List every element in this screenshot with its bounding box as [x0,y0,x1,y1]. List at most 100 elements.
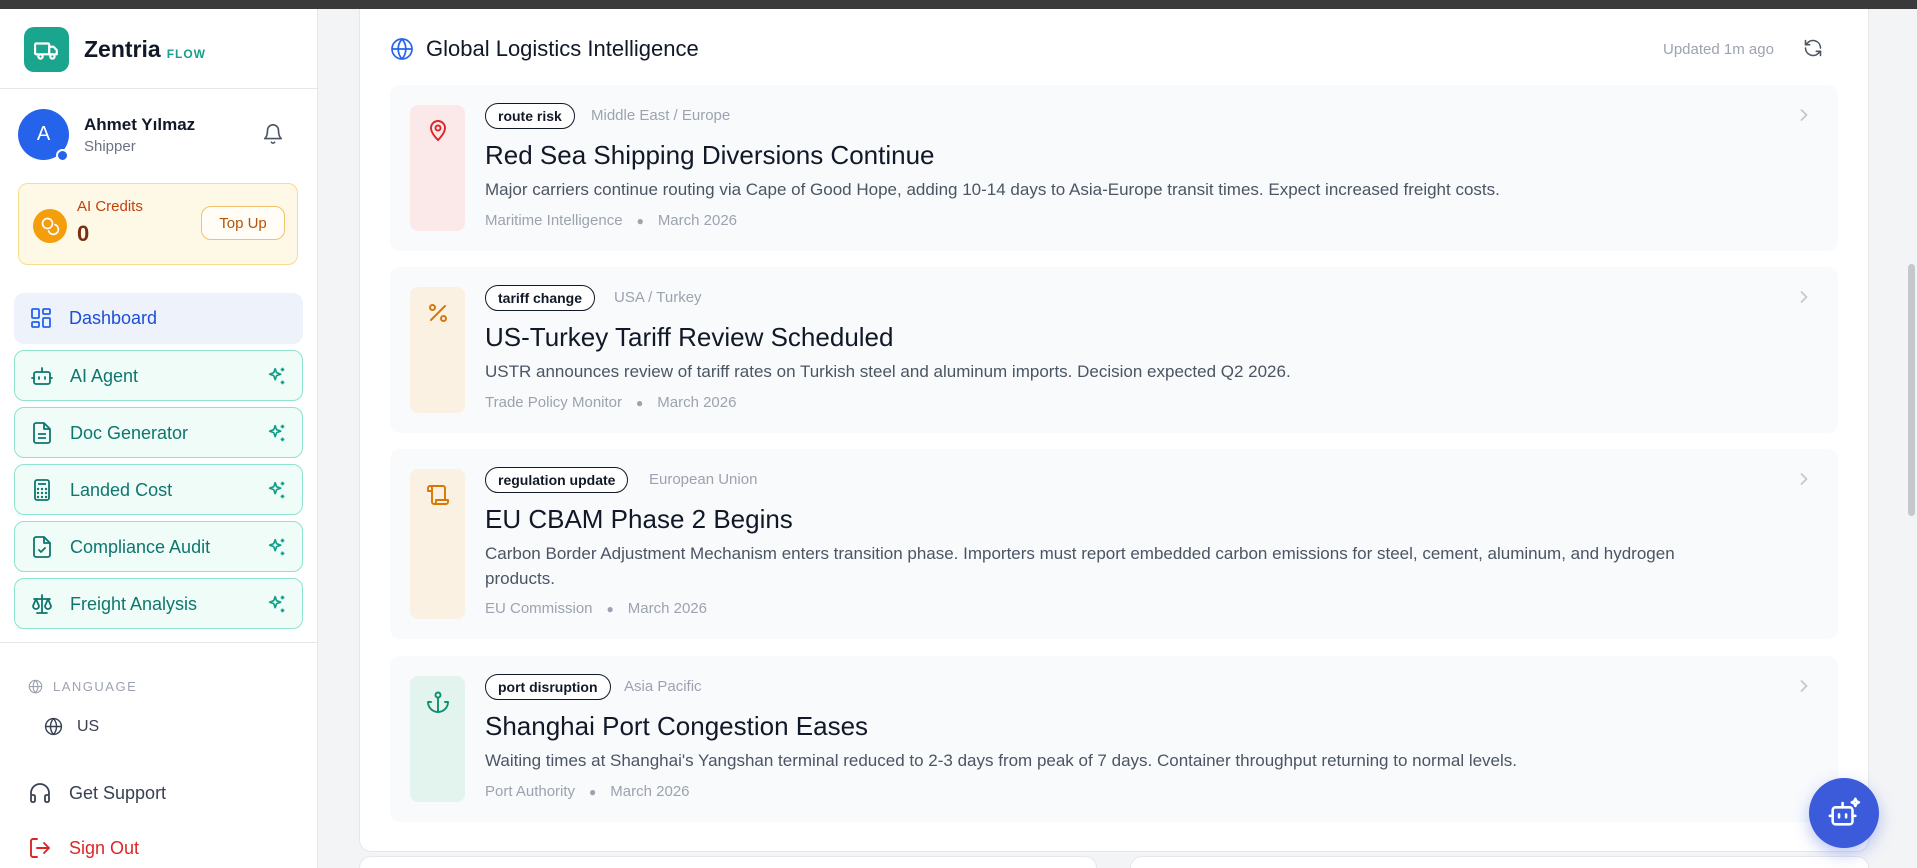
scale-icon [32,594,52,614]
robot-icon [1828,797,1861,826]
get-support-link[interactable]: Get Support [28,781,166,805]
sidebar-item-doc-generator[interactable]: Doc Generator [14,407,303,458]
file-check-icon [33,536,51,558]
globe-icon [28,679,43,694]
scrollbar-thumb[interactable] [1908,264,1915,516]
credits-value: 0 [77,221,90,246]
globe-icon [44,717,63,736]
news-description: USTR announces review of tariff rates on… [485,362,1291,381]
user-role: Shipper [84,138,136,155]
language-heading: LANGUAGE [28,679,137,694]
brand[interactable]: Zentria FLOW [24,27,206,72]
news-meta: Port Authority ● March 2026 [485,783,690,800]
sparkles-icon [268,424,285,442]
sidebar-item-dashboard[interactable]: Dashboard [14,293,303,344]
globe-icon [391,38,413,60]
news-icon-tile [410,287,465,413]
sidebar-item-freight-analysis[interactable]: Freight Analysis [14,578,303,629]
news-date: March 2026 [610,783,690,800]
news-source: Maritime Intelligence [485,212,623,229]
document-icon [33,422,51,444]
updated-timestamp: Updated 1m ago [1663,41,1774,58]
top-up-button[interactable]: Top Up [201,206,285,240]
get-support-label: Get Support [69,782,167,803]
news-icon-tile [410,105,465,231]
divider [0,88,318,89]
news-card-regulation-update[interactable]: regulation update European Union EU CBAM… [390,449,1838,639]
next-panel-left [359,856,1097,868]
user-profile[interactable]: A Ahmet Yılmaz Shipper [18,109,302,169]
news-title: EU CBAM Phase 2 Begins [485,504,793,534]
sparkles-icon [268,595,285,613]
news-tag: tariff change [485,285,596,311]
news-source: Port Authority [485,783,576,800]
news-meta: Maritime Intelligence ● March 2026 [485,212,738,229]
sidebar-item-compliance-audit[interactable]: Compliance Audit [14,521,303,572]
news-icon-tile [410,676,465,802]
sign-out-button[interactable]: Sign Out [28,836,139,860]
chevron-right-icon [1800,680,1808,692]
news-meta: Trade Policy Monitor ● March 2026 [485,394,737,411]
news-region: European Union [649,471,758,488]
news-icon-tile [410,469,465,619]
brand-name: Zentria [84,36,161,62]
news-source: EU Commission [485,600,593,617]
sidebar-item-label: Dashboard [69,308,158,328]
headphones-icon [30,783,50,803]
sidebar-item-label: Landed Cost [70,480,173,500]
news-card-route-risk[interactable]: route risk Middle East / Europe Red Sea … [390,85,1838,251]
map-pin-icon [429,120,446,142]
chevron-right-icon [1800,291,1808,303]
user-name: Ahmet Yılmaz [84,115,196,134]
dashboard-icon [31,308,51,328]
ai-credits-card: AI Credits 0 Top Up [18,183,298,265]
credits-label: AI Credits [77,198,143,215]
chevron-right-icon [1800,109,1808,121]
language-heading-label: LANGUAGE [53,679,138,694]
refresh-icon[interactable] [1803,38,1825,60]
sidebar-item-label: AI Agent [70,366,139,386]
news-date: March 2026 [657,394,737,411]
window-top-bar [0,0,1917,9]
next-panel-right [1130,856,1869,868]
sparkles-icon [268,538,285,556]
sidebar-item-label: Freight Analysis [70,594,198,614]
sidebar-item-ai-agent[interactable]: AI Agent [14,350,303,401]
news-card-port-disruption[interactable]: port disruption Asia Pacific Shanghai Po… [390,656,1838,822]
anchor-icon [426,691,449,713]
sign-out-label: Sign Out [69,837,140,858]
news-region: USA / Turkey [614,289,702,306]
panel-title: Global Logistics Intelligence [426,36,699,61]
robot-icon [31,367,53,385]
scroll-icon [426,485,449,505]
bell-icon[interactable] [262,123,286,147]
brand-sub: FLOW [166,46,207,61]
news-description: Waiting times at Shanghai's Yangshan ter… [485,751,1518,770]
percent-icon [428,304,447,322]
news-tag: regulation update [485,467,629,493]
sparkles-icon [268,481,285,499]
news-description: Major carriers continue routing via Cape… [485,180,1500,199]
online-status-dot [56,149,69,162]
divider [0,642,318,643]
sidebar-item-label: Compliance Audit [70,537,211,557]
news-tag: port disruption [485,674,611,700]
sidebar-item-landed-cost[interactable]: Landed Cost [14,464,303,515]
sidebar-item-label: Doc Generator [70,423,189,443]
news-source: Trade Policy Monitor [485,394,622,411]
ai-assistant-button[interactable] [1809,778,1879,848]
panel-header: Global Logistics Intelligence [390,36,699,62]
chevron-right-icon [1800,473,1808,485]
news-title: Shanghai Port Congestion Eases [485,711,869,741]
news-title: Red Sea Shipping Diversions Continue [485,140,935,170]
calculator-icon [34,479,50,501]
coins-icon [33,209,67,243]
language-selector[interactable]: US [44,717,99,736]
sparkles-icon [268,367,285,385]
news-tag: route risk [485,103,575,129]
news-card-tariff-change[interactable]: tariff change USA / Turkey US-Turkey Tar… [390,267,1838,433]
language-current: US [77,717,100,735]
news-region: Middle East / Europe [591,107,731,124]
news-date: March 2026 [657,212,738,229]
truck-icon [24,27,69,72]
